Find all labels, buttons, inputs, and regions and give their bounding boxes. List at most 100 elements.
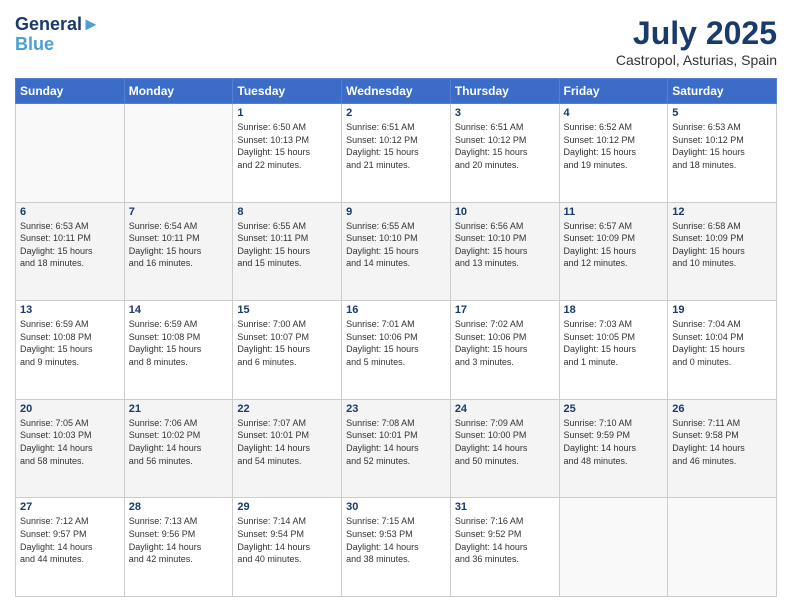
day-number: 13 [20, 304, 120, 316]
table-row: 31 Sunrise: 7:16 AM Sunset: 9:52 PM Dayli… [450, 498, 559, 597]
day-number: 2 [346, 107, 446, 119]
table-row: 27Sunrise: 7:12 AM Sunset: 9:57 PM Dayli… [16, 498, 125, 597]
table-row: 22 Sunrise: 7:07 AM Sunset: 10:01 PM Dayl… [233, 399, 342, 498]
table-row: 10 Sunrise: 6:56 AM Sunset: 10:10 PM Dayl… [450, 202, 559, 301]
day-info: Sunrise: 7:10 AM Sunset: 9:59 PM Dayligh… [564, 417, 664, 467]
table-row: 14Sunrise: 6:59 AM Sunset: 10:08 PM Dayl… [124, 301, 233, 400]
day-number: 10 [455, 206, 555, 218]
day-info: Sunrise: 6:56 AM Sunset: 10:10 PM Daylig… [455, 220, 555, 270]
day-number: 9 [346, 206, 446, 218]
day-info: Sunrise: 7:07 AM Sunset: 10:01 PM Daylig… [237, 417, 337, 467]
calendar-week-row: 20Sunrise: 7:05 AM Sunset: 10:03 PM Dayl… [16, 399, 777, 498]
day-number: 4 [564, 107, 664, 119]
day-info: Sunrise: 6:50 AM Sunset: 10:13 PM Daylig… [237, 121, 337, 171]
day-info: Sunrise: 7:11 AM Sunset: 9:58 PM Dayligh… [672, 417, 772, 467]
day-number: 3 [455, 107, 555, 119]
day-info: Sunrise: 6:57 AM Sunset: 10:09 PM Daylig… [564, 220, 664, 270]
day-info: Sunrise: 7:09 AM Sunset: 10:00 PM Daylig… [455, 417, 555, 467]
weekday-header-row: Sunday Monday Tuesday Wednesday Thursday… [16, 79, 777, 104]
calendar-table: Sunday Monday Tuesday Wednesday Thursday… [15, 78, 777, 597]
day-info: Sunrise: 6:59 AM Sunset: 10:08 PM Daylig… [129, 318, 229, 368]
day-info: Sunrise: 7:13 AM Sunset: 9:56 PM Dayligh… [129, 515, 229, 565]
day-number: 31 [455, 501, 555, 513]
table-row: 29 Sunrise: 7:14 AM Sunset: 9:54 PM Dayli… [233, 498, 342, 597]
table-row: 12Sunrise: 6:58 AM Sunset: 10:09 PM Dayl… [668, 202, 777, 301]
day-info: Sunrise: 6:58 AM Sunset: 10:09 PM Daylig… [672, 220, 772, 270]
header-wednesday: Wednesday [342, 79, 451, 104]
day-info: Sunrise: 6:55 AM Sunset: 10:11 PM Daylig… [237, 220, 337, 270]
day-info: Sunrise: 7:00 AM Sunset: 10:07 PM Daylig… [237, 318, 337, 368]
day-number: 24 [455, 403, 555, 415]
day-number: 8 [237, 206, 337, 218]
table-row: 11 Sunrise: 6:57 AM Sunset: 10:09 PM Dayl… [559, 202, 668, 301]
header-thursday: Thursday [450, 79, 559, 104]
logo: General► Blue [15, 15, 100, 55]
day-info: Sunrise: 6:53 AM Sunset: 10:12 PM Daylig… [672, 121, 772, 171]
table-row: 9 Sunrise: 6:55 AM Sunset: 10:10 PM Dayli… [342, 202, 451, 301]
calendar-week-row: 6 Sunrise: 6:53 AM Sunset: 10:11 PM Dayli… [16, 202, 777, 301]
table-row: 15 Sunrise: 7:00 AM Sunset: 10:07 PM Dayl… [233, 301, 342, 400]
table-row: 25 Sunrise: 7:10 AM Sunset: 9:59 PM Dayli… [559, 399, 668, 498]
day-number: 23 [346, 403, 446, 415]
day-number: 7 [129, 206, 229, 218]
calendar-week-row: 27Sunrise: 7:12 AM Sunset: 9:57 PM Dayli… [16, 498, 777, 597]
table-row: 7 Sunrise: 6:54 AM Sunset: 10:11 PM Dayli… [124, 202, 233, 301]
day-info: Sunrise: 6:59 AM Sunset: 10:08 PM Daylig… [20, 318, 120, 368]
main-title: July 2025 [616, 15, 777, 52]
table-row [668, 498, 777, 597]
day-info: Sunrise: 7:16 AM Sunset: 9:52 PM Dayligh… [455, 515, 555, 565]
day-info: Sunrise: 6:51 AM Sunset: 10:12 PM Daylig… [455, 121, 555, 171]
day-number: 25 [564, 403, 664, 415]
day-number: 1 [237, 107, 337, 119]
day-info: Sunrise: 7:06 AM Sunset: 10:02 PM Daylig… [129, 417, 229, 467]
subtitle: Castropol, Asturias, Spain [616, 52, 777, 68]
day-info: Sunrise: 7:05 AM Sunset: 10:03 PM Daylig… [20, 417, 120, 467]
day-number: 22 [237, 403, 337, 415]
day-info: Sunrise: 7:14 AM Sunset: 9:54 PM Dayligh… [237, 515, 337, 565]
table-row: 19 Sunrise: 7:04 AM Sunset: 10:04 PM Dayl… [668, 301, 777, 400]
day-info: Sunrise: 7:08 AM Sunset: 10:01 PM Daylig… [346, 417, 446, 467]
calendar-week-row: 13 Sunrise: 6:59 AM Sunset: 10:08 PM Dayl… [16, 301, 777, 400]
day-number: 15 [237, 304, 337, 316]
table-row: 18Sunrise: 7:03 AM Sunset: 10:05 PM Dayl… [559, 301, 668, 400]
day-info: Sunrise: 6:53 AM Sunset: 10:11 PM Daylig… [20, 220, 120, 270]
day-info: Sunrise: 6:52 AM Sunset: 10:12 PM Daylig… [564, 121, 664, 171]
header-tuesday: Tuesday [233, 79, 342, 104]
day-number: 17 [455, 304, 555, 316]
day-number: 16 [346, 304, 446, 316]
day-number: 29 [237, 501, 337, 513]
day-number: 5 [672, 107, 772, 119]
day-info: Sunrise: 7:15 AM Sunset: 9:53 PM Dayligh… [346, 515, 446, 565]
table-row: 5 Sunrise: 6:53 AM Sunset: 10:12 PM Dayli… [668, 104, 777, 203]
day-number: 6 [20, 206, 120, 218]
table-row: 20Sunrise: 7:05 AM Sunset: 10:03 PM Dayl… [16, 399, 125, 498]
table-row: 3 Sunrise: 6:51 AM Sunset: 10:12 PM Dayli… [450, 104, 559, 203]
logo-text: General► [15, 15, 100, 35]
day-info: Sunrise: 7:04 AM Sunset: 10:04 PM Daylig… [672, 318, 772, 368]
day-info: Sunrise: 6:55 AM Sunset: 10:10 PM Daylig… [346, 220, 446, 270]
table-row: 21Sunrise: 7:06 AM Sunset: 10:02 PM Dayl… [124, 399, 233, 498]
day-number: 30 [346, 501, 446, 513]
day-number: 27 [20, 501, 120, 513]
table-row: 1 Sunrise: 6:50 AM Sunset: 10:13 PM Dayli… [233, 104, 342, 203]
day-number: 28 [129, 501, 229, 513]
day-info: Sunrise: 7:03 AM Sunset: 10:05 PM Daylig… [564, 318, 664, 368]
table-row: 23 Sunrise: 7:08 AM Sunset: 10:01 PM Dayl… [342, 399, 451, 498]
table-row: 4 Sunrise: 6:52 AM Sunset: 10:12 PM Dayli… [559, 104, 668, 203]
header-friday: Friday [559, 79, 668, 104]
table-row: 16 Sunrise: 7:01 AM Sunset: 10:06 PM Dayl… [342, 301, 451, 400]
page: General► Blue July 2025 Castropol, Astur… [0, 0, 792, 612]
day-number: 19 [672, 304, 772, 316]
table-row: 13 Sunrise: 6:59 AM Sunset: 10:08 PM Dayl… [16, 301, 125, 400]
table-row: 17Sunrise: 7:02 AM Sunset: 10:06 PM Dayl… [450, 301, 559, 400]
day-number: 11 [564, 206, 664, 218]
table-row: 26 Sunrise: 7:11 AM Sunset: 9:58 PM Dayli… [668, 399, 777, 498]
table-row: 2Sunrise: 6:51 AM Sunset: 10:12 PM Dayli… [342, 104, 451, 203]
logo-blue: Blue [15, 35, 100, 55]
day-info: Sunrise: 6:54 AM Sunset: 10:11 PM Daylig… [129, 220, 229, 270]
table-row [559, 498, 668, 597]
header-saturday: Saturday [668, 79, 777, 104]
day-number: 26 [672, 403, 772, 415]
day-info: Sunrise: 7:01 AM Sunset: 10:06 PM Daylig… [346, 318, 446, 368]
table-row: 6 Sunrise: 6:53 AM Sunset: 10:11 PM Dayli… [16, 202, 125, 301]
